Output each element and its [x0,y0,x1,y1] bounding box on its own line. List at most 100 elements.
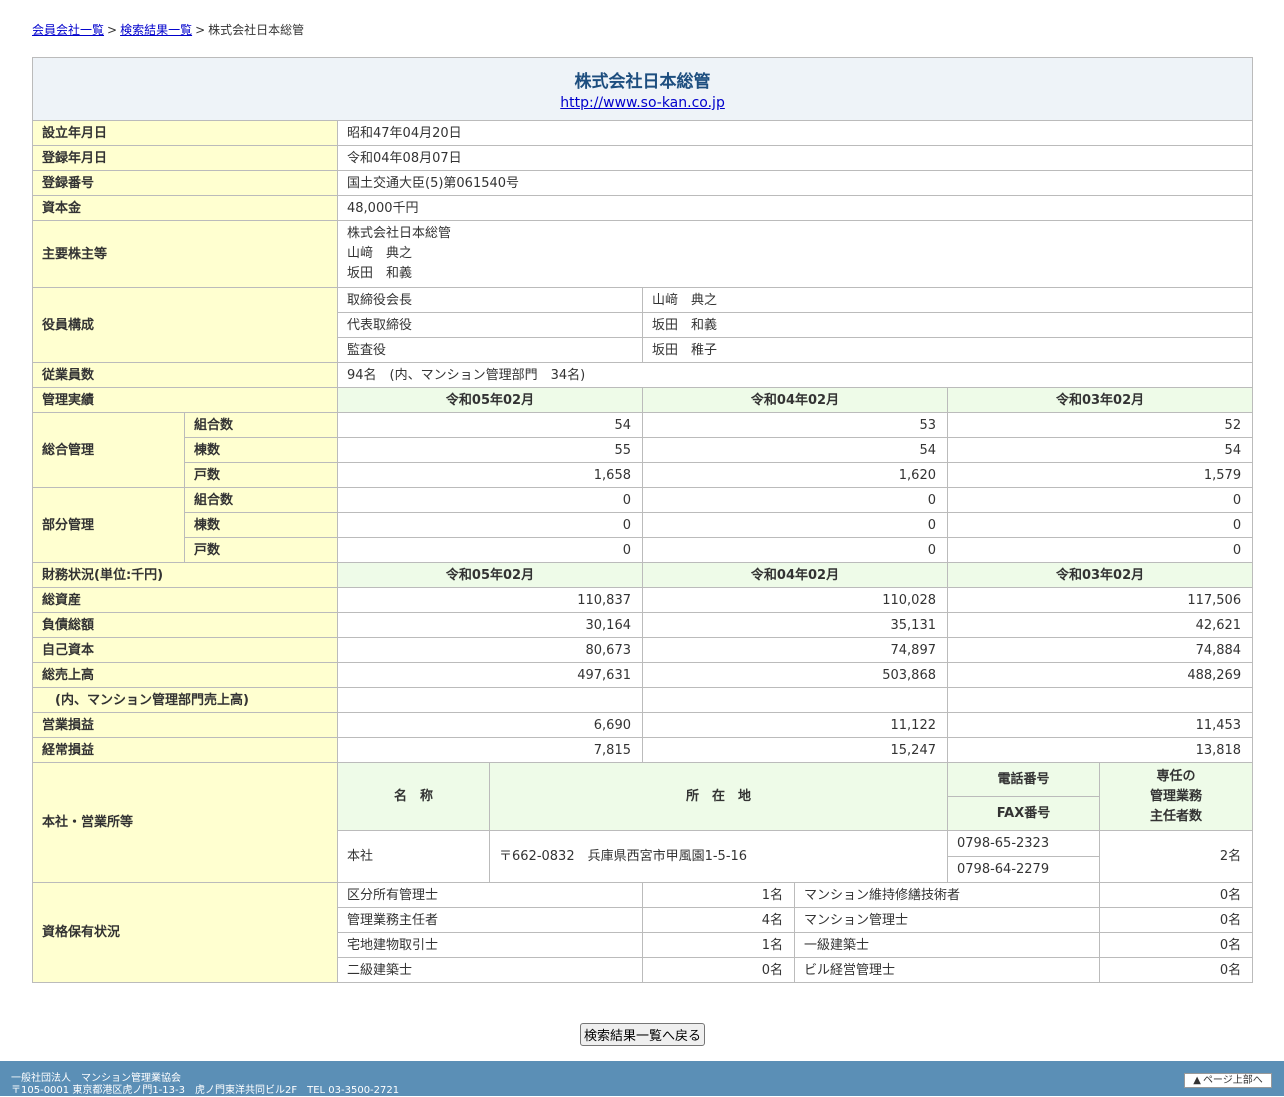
office-address: 〒662-0832 兵庫県西宮市甲風園1-5-16 [489,830,948,883]
employees-value: 94名 (内、マンション管理部門 34名) [336,362,1254,388]
officer-name: 山﨑 典之 [641,287,1254,313]
finance-value: 503,868 [642,662,948,688]
page-top-label: ページ上部へ [1202,1075,1263,1086]
finance-value: 497,631 [337,662,643,688]
mgmt-value: 0 [337,487,643,513]
finance-value: 110,837 [337,587,643,613]
mgmt-row-label: 組合数 [184,487,338,513]
officer-name: 坂田 和義 [641,312,1254,338]
qual-count: 1名 [642,932,795,958]
office-col-fax: FAX番号 [947,796,1100,831]
finance-period: 令和05年02月 [337,562,643,588]
officers-label: 役員構成 [32,287,338,363]
finance-row-label: 経常損益 [32,737,338,763]
breadcrumb-link-member-list[interactable]: 会員会社一覧 [32,23,104,37]
office-col-address: 所 在 地 [489,762,948,831]
qual-name: 区分所有管理士 [337,882,643,908]
mgmt-value: 0 [337,512,643,538]
office-col-staff-line: 管理業務 [1150,788,1203,804]
company-name: 株式会社日本総管 [574,72,711,92]
finance-row-label: 自己資本 [32,637,338,663]
mgmt-value: 54 [642,437,948,463]
qual-name: マンション維持修繕技術者 [794,882,1100,908]
mgmt-value: 54 [946,437,1254,463]
finance-value: 74,897 [642,637,948,663]
mgmt-value: 1,620 [642,462,948,488]
office-col-staff-line: 主任者数 [1150,808,1203,824]
finance-period: 令和04年02月 [642,562,948,588]
mgmt-period: 令和03年02月 [946,387,1254,413]
officer-title: 監査役 [337,337,643,363]
qual-count: 0名 [1098,907,1254,933]
finance-value: 7,815 [337,737,643,763]
office-col-staff: 専任の 管理業務 主任者数 [1098,762,1254,831]
mgmt-value: 0 [946,512,1254,538]
qual-name: 二級建築士 [337,957,643,983]
qual-count: 0名 [1098,882,1254,908]
finance-row-label: 総売上高 [32,662,338,688]
mgmt-row-label: 戸数 [184,537,338,563]
officer-name: 坂田 稚子 [641,337,1254,363]
page-top-button[interactable]: ▲ ページ上部へ [1184,1073,1272,1088]
qual-count: 0名 [642,957,795,983]
office-col-staff-line: 専任の [1156,768,1196,784]
mgmt-value: 0 [946,537,1254,563]
qual-name: 宅地建物取引士 [337,932,643,958]
mgmt-value: 53 [642,412,948,438]
finance-value: 11,122 [642,712,948,738]
established-value: 昭和47年04月20日 [336,120,1254,146]
shareholder: 山﨑 典之 [347,246,413,261]
offices-label: 本社・営業所等 [32,762,338,883]
office-staff: 2名 [1098,830,1254,883]
qual-count: 0名 [1098,932,1254,958]
mgmt-value: 52 [946,412,1254,438]
mgmt-period: 令和04年02月 [642,387,948,413]
breadcrumb-separator: > [107,23,118,37]
qual-name: マンション管理士 [794,907,1100,933]
qual-name: ビル経営管理士 [794,957,1100,983]
finance-row-label: 総資産 [32,587,338,613]
finance-value: 15,247 [642,737,948,763]
finance-value: 110,028 [642,587,948,613]
finance-value: 42,621 [946,612,1254,638]
mgmt-row-label: 棟数 [184,512,338,538]
regno-label: 登録番号 [32,170,338,196]
office-col-tel: 電話番号 [947,762,1100,797]
company-url-link[interactable]: http://www.so-kan.co.jp [560,95,725,111]
finance-value [337,687,643,713]
finance-value: 74,884 [946,637,1254,663]
footer-org: 一般社団法人 マンション管理業協会 [11,1073,181,1084]
mgmt-value: 0 [946,487,1254,513]
mgmt-period: 令和05年02月 [337,387,643,413]
finance-value: 117,506 [946,587,1254,613]
shareholder: 坂田 和義 [347,266,413,281]
finance-value: 13,818 [946,737,1254,763]
back-to-results-button[interactable]: 検索結果一覧へ戻る [580,1023,706,1046]
finance-value: 6,690 [337,712,643,738]
finance-row-label: (内、マンション管理部門売上高) [32,687,338,713]
partial-mgmt-label: 部分管理 [32,487,185,563]
finance-value: 488,269 [946,662,1254,688]
footer: 一般社団法人 マンション管理業協会 〒105-0001 東京都港区虎ノ門1-13… [0,1061,1284,1096]
mgmt-value: 0 [642,537,948,563]
mgmt-label: 管理実績 [32,387,338,413]
shareholders-value: 株式会社日本総管 山﨑 典之 坂田 和義 [336,220,1254,288]
office-name: 本社 [337,830,490,883]
capital-value: 48,000千円 [336,195,1254,221]
breadcrumb-link-search-results[interactable]: 検索結果一覧 [120,23,192,37]
footer-address: 〒105-0001 東京都港区虎ノ門1-13-3 虎ノ門東洋共同ビル2F TEL… [11,1085,400,1096]
qual-count: 4名 [642,907,795,933]
officer-title: 代表取締役 [337,312,643,338]
registered-label: 登録年月日 [32,145,338,171]
breadcrumb-current: 株式会社日本総管 [208,23,305,37]
qual-name: 管理業務主任者 [337,907,643,933]
mgmt-value: 0 [642,512,948,538]
office-tel: 0798-65-2323 [947,830,1100,857]
office-col-name: 名 称 [337,762,490,831]
company-info-table: 株式会社日本総管 http://www.so-kan.co.jp 設立年月日 昭… [31,57,1254,983]
shareholder: 株式会社日本総管 [347,226,452,241]
employees-label: 従業員数 [32,362,338,388]
mgmt-value: 55 [337,437,643,463]
finance-value: 35,131 [642,612,948,638]
capital-label: 資本金 [32,195,338,221]
